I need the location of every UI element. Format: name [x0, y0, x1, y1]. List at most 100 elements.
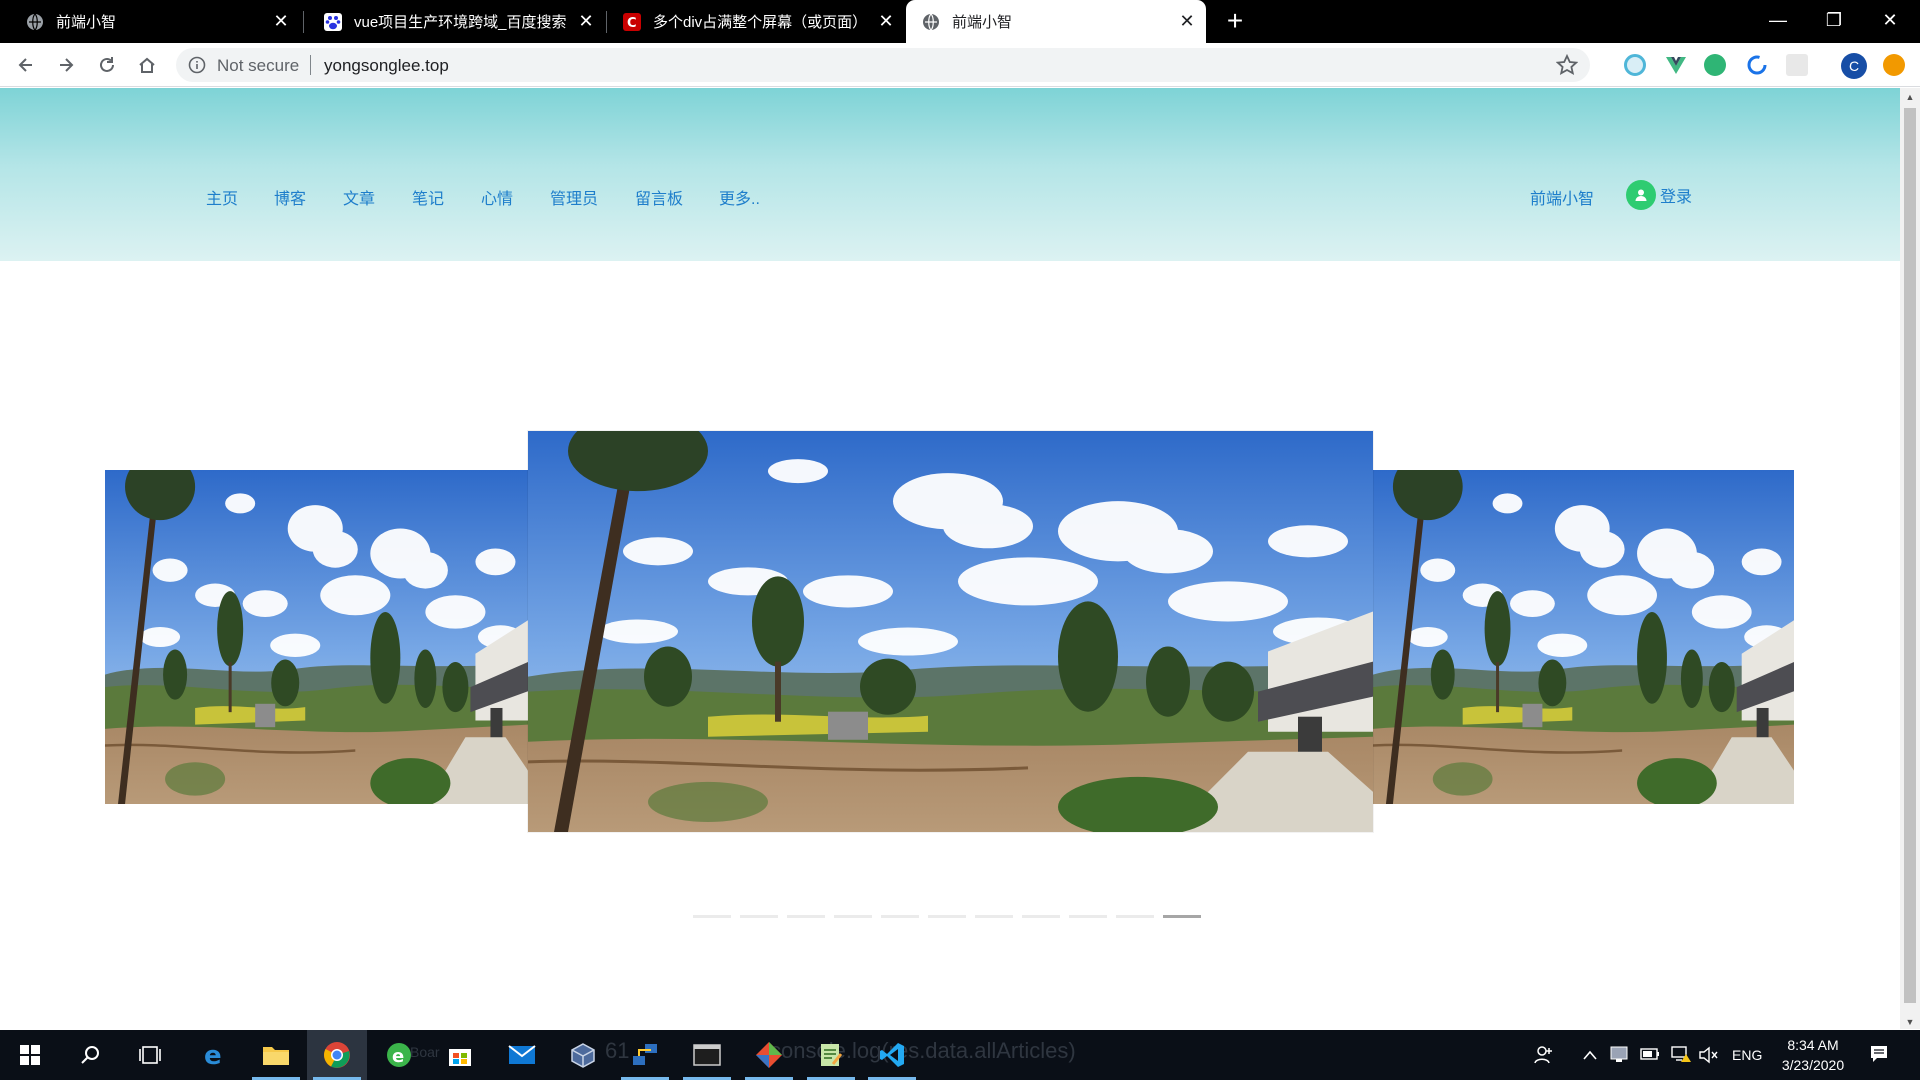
taskbar-git[interactable] [739, 1030, 799, 1080]
site-header: 主页 博客 文章 笔记 心情 管理员 留言板 更多.. 前端小智 登录 [0, 88, 1900, 261]
disabled-extension-icon[interactable] [1786, 54, 1808, 76]
nav-message-board[interactable]: 留言板 [635, 185, 683, 209]
window-close-button[interactable]: ✕ [1862, 0, 1918, 40]
home-icon [139, 57, 155, 73]
browser-toolbar: Not secure yongsonglee.top C [0, 43, 1920, 87]
tray-app-icon[interactable] [1610, 1045, 1628, 1063]
close-icon[interactable]: ✕ [873, 11, 899, 32]
taskbar-clock[interactable]: 8:34 AM 3/23/2020 [1768, 1035, 1858, 1075]
info-icon[interactable] [188, 56, 206, 74]
language-indicator[interactable]: ENG [1732, 1047, 1762, 1063]
windows-logo-icon [20, 1045, 40, 1065]
carousel-indicator[interactable] [1116, 915, 1154, 918]
minimize-button[interactable]: ― [1750, 0, 1806, 40]
update-badge-icon[interactable] [1883, 54, 1905, 76]
taskbar-file-explorer[interactable] [246, 1030, 306, 1080]
taskbar-virtualbox[interactable] [553, 1030, 613, 1080]
user-icon [1626, 180, 1656, 210]
extension-icon[interactable] [1624, 54, 1646, 76]
profile-avatar[interactable]: C [1841, 53, 1867, 79]
ring-extension-icon[interactable] [1746, 54, 1768, 76]
nav-more[interactable]: 更多.. [719, 185, 760, 209]
login-button[interactable]: 登录 [1626, 180, 1692, 210]
carousel-indicator[interactable] [693, 915, 731, 918]
carousel-slide-current[interactable] [528, 431, 1373, 832]
back-button[interactable] [12, 51, 40, 79]
start-button[interactable] [0, 1030, 60, 1080]
clock-date: 3/23/2020 [1781, 1057, 1845, 1073]
carousel-indicator-active[interactable] [1163, 915, 1201, 918]
carousel-indicator[interactable] [1069, 915, 1107, 918]
carousel-indicators [693, 915, 1210, 918]
carousel-indicator[interactable] [975, 915, 1013, 918]
task-view-button[interactable] [120, 1030, 180, 1080]
carousel-slide-prev[interactable] [105, 470, 528, 804]
browser-tab[interactable]: 前端小智 ✕ [0, 0, 300, 43]
browser-tab[interactable]: vue项目生产环境跨域_百度搜索 ✕ [300, 0, 605, 43]
reload-button[interactable] [93, 51, 121, 79]
vue-devtools-icon[interactable] [1665, 54, 1687, 76]
carousel-indicator[interactable] [881, 915, 919, 918]
search-button[interactable] [60, 1030, 120, 1080]
browser-tab[interactable]: C 多个div占满整个屏幕（或页面） ✕ [605, 0, 905, 43]
taskbar-mail[interactable] [492, 1030, 552, 1080]
taskbar-store[interactable] [430, 1030, 490, 1080]
browser-tab-active[interactable]: 前端小智 ✕ [906, 0, 1206, 43]
scroll-up-icon[interactable]: ▲ [1904, 92, 1916, 102]
sync-extension-icon[interactable] [1704, 54, 1726, 76]
search-icon [81, 1046, 99, 1064]
clock-time: 8:34 AM [1787, 1037, 1839, 1053]
battery-icon[interactable] [1640, 1047, 1660, 1061]
landscape-photo [1373, 470, 1794, 804]
new-tab-button[interactable]: + [1220, 6, 1250, 36]
tab-title: 前端小智 [56, 14, 117, 31]
close-icon[interactable]: ✕ [573, 11, 599, 32]
carousel-indicator[interactable] [928, 915, 966, 918]
bookmark-star-icon[interactable] [1556, 54, 1578, 76]
nav-home[interactable]: 主页 [206, 185, 238, 209]
scrollbar-thumb[interactable] [1904, 108, 1916, 1003]
carousel-indicator[interactable] [834, 915, 872, 918]
carousel-slide-next[interactable] [1373, 470, 1794, 804]
page-scrollbar[interactable]: ▲ ▼ [1900, 88, 1920, 1029]
close-icon[interactable]: ✕ [1174, 11, 1200, 32]
people-icon[interactable] [1534, 1045, 1554, 1065]
nav-admin[interactable]: 管理员 [550, 185, 598, 209]
forward-button[interactable] [52, 51, 80, 79]
notification-icon[interactable] [1869, 1044, 1889, 1064]
network-icon [633, 1044, 657, 1065]
nav-notes[interactable]: 笔记 [412, 185, 444, 209]
close-icon[interactable]: ✕ [268, 11, 294, 32]
network-warning-icon[interactable] [1670, 1045, 1692, 1063]
browser-tab-strip: 前端小智 ✕ vue项目生产环境跨域_百度搜索 ✕ C 多个div占满整个屏幕（… [0, 0, 1920, 43]
nav-blog[interactable]: 博客 [274, 185, 306, 209]
chevron-up-icon[interactable] [1582, 1048, 1598, 1062]
nav-mood[interactable]: 心情 [481, 185, 513, 209]
site-brand[interactable]: 前端小智 [1530, 185, 1594, 209]
taskbar-browser-green[interactable]: e [369, 1030, 429, 1080]
terminal-icon [693, 1044, 721, 1066]
carousel-indicator[interactable] [787, 915, 825, 918]
url-text[interactable]: yongsonglee.top [324, 56, 449, 76]
taskbar-edge[interactable]: e [184, 1030, 244, 1080]
home-button[interactable] [133, 51, 161, 79]
vscode-icon [880, 1043, 904, 1067]
arrow-left-icon [18, 58, 32, 72]
nav-articles[interactable]: 文章 [343, 185, 375, 209]
taskbar-chrome[interactable] [307, 1030, 367, 1080]
arrow-right-icon [60, 58, 74, 72]
address-bar[interactable]: Not secure yongsonglee.top [176, 48, 1590, 82]
taskbar-network-app[interactable] [615, 1030, 675, 1080]
windows-taskbar: 61 console.log(res.data.allArticles) Boa… [0, 1030, 1920, 1080]
carousel-indicator[interactable] [1022, 915, 1060, 918]
carousel-indicator[interactable] [740, 915, 778, 918]
tab-title: 前端小智 [952, 14, 1013, 31]
taskbar-terminal[interactable] [677, 1030, 737, 1080]
taskbar-vscode[interactable] [862, 1030, 922, 1080]
volume-muted-icon[interactable] [1698, 1046, 1718, 1064]
taskbar-notepad[interactable] [801, 1030, 861, 1080]
tab-title: vue项目生产环境跨域_百度搜索 [354, 14, 567, 31]
folder-icon [263, 1047, 289, 1065]
scroll-down-icon[interactable]: ▼ [1904, 1017, 1916, 1027]
restore-button[interactable]: ❐ [1806, 0, 1862, 40]
